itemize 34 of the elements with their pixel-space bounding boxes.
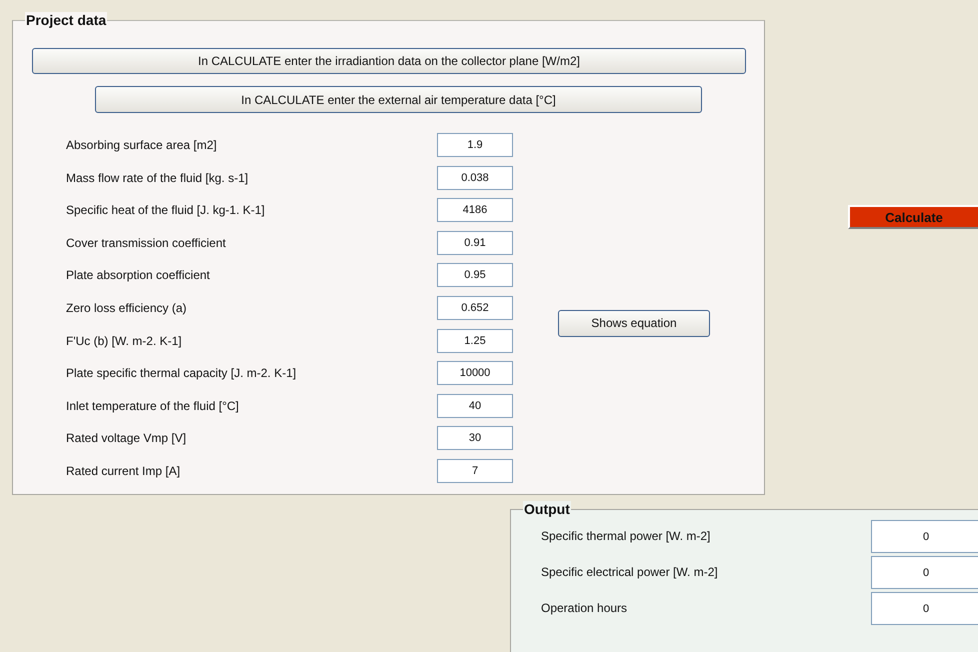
parameter-label: Plate specific thermal capacity [J. m-2. K-1] bbox=[66, 366, 298, 380]
parameter-label: Plate absorption coefficient bbox=[66, 268, 211, 282]
instruction-button[interactable]: In CALCULATE enter the irradiantion data on the collector plane [W/m2] bbox=[32, 48, 746, 74]
parameter-field[interactable]: 0.91 bbox=[437, 230, 513, 255]
parameter-field[interactable]: 10000 bbox=[437, 361, 513, 386]
result-field[interactable]: 0 bbox=[871, 520, 978, 553]
result-field[interactable]: 0 bbox=[871, 592, 978, 625]
parameter-field[interactable]: 1.9 bbox=[437, 133, 513, 157]
parameter-label: Specific heat of the fluid [J. kg-1. K-1] bbox=[66, 203, 266, 218]
parameter-label: Absorbing surface area [m2] bbox=[66, 138, 218, 152]
result-label: Specific thermal power [W. m-2] bbox=[541, 529, 712, 543]
parameter-field[interactable]: 4186 bbox=[437, 198, 513, 222]
parameter-field[interactable]: 30 bbox=[437, 426, 513, 450]
parameter-label: Inlet temperature of the fluid [°C] bbox=[66, 398, 240, 413]
panel-title: Output bbox=[523, 501, 571, 517]
parameter-field[interactable]: 0.95 bbox=[437, 263, 513, 288]
result-label: Specific electrical power [W. m-2] bbox=[541, 565, 719, 579]
show-equation-button[interactable]: Shows equation bbox=[558, 310, 710, 337]
parameter-field[interactable]: 0.038 bbox=[437, 166, 513, 190]
parameter-label: Rated current Imp [A] bbox=[66, 464, 182, 478]
parameter-field[interactable]: 1.25 bbox=[437, 328, 513, 353]
parameter-field[interactable]: 40 bbox=[437, 394, 513, 418]
calculate-button[interactable]: Calculate bbox=[848, 205, 978, 229]
parameter-label: Rated voltage Vmp [V] bbox=[66, 431, 188, 446]
parameter-label: Zero loss efficiency (a) bbox=[66, 300, 188, 315]
result-field[interactable]: 0 bbox=[871, 556, 978, 589]
panel-title: Project data bbox=[25, 12, 108, 28]
result-label: Operation hours bbox=[541, 601, 628, 615]
parameter-label: Cover transmission coefficient bbox=[66, 236, 227, 250]
instruction-button[interactable]: In CALCULATE enter the external air temperature data [°C] bbox=[95, 86, 702, 113]
parameter-field[interactable]: 7 bbox=[437, 458, 513, 483]
parameter-label: F'Uc (b) [W. m-2. K-1] bbox=[66, 334, 183, 348]
parameter-field[interactable]: 0.652 bbox=[437, 296, 513, 320]
parameter-label: Mass flow rate of the fluid [kg. s-1] bbox=[66, 170, 250, 185]
